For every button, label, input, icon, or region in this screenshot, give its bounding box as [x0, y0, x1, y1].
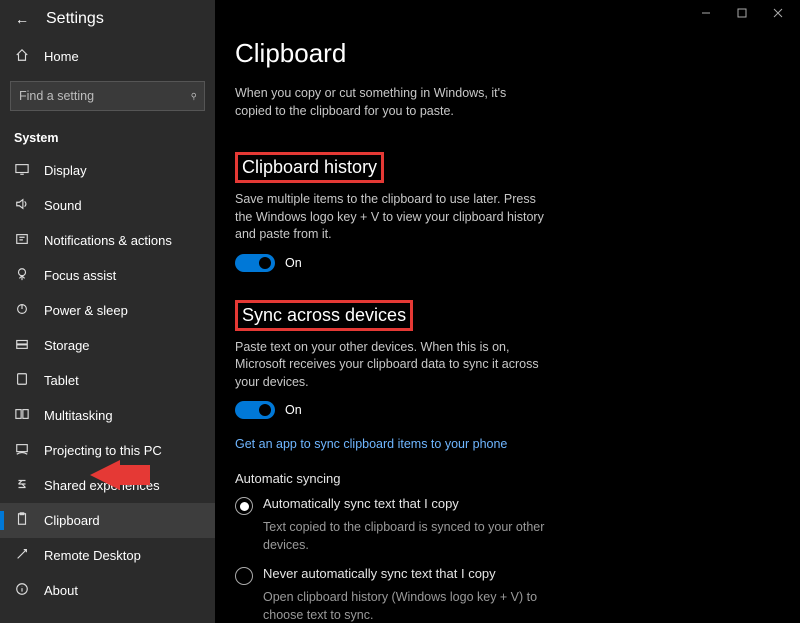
titlebar: ← Settings	[0, 8, 215, 38]
window-buttons	[688, 2, 796, 24]
sidebar-item-label: Tablet	[44, 373, 79, 388]
main-content: Clipboard When you copy or cut something…	[215, 0, 800, 623]
sidebar-item-shared[interactable]: Shared experiences	[0, 468, 215, 503]
back-button[interactable]: ←	[10, 11, 34, 27]
radio-off-icon	[235, 567, 253, 585]
sidebar-item-multitasking[interactable]: Multitasking	[0, 398, 215, 433]
sidebar-item-label: Multitasking	[44, 408, 113, 423]
home-label: Home	[44, 49, 79, 64]
clipboard-history-toggle-state: On	[285, 256, 302, 270]
sidebar-item-label: Power & sleep	[44, 303, 128, 318]
sidebar-item-label: Shared experiences	[44, 478, 160, 493]
app-title: Settings	[46, 10, 104, 28]
clipboard-icon	[14, 512, 30, 529]
sidebar: ← Settings Home ⌕ System Display Sound N…	[0, 0, 215, 623]
focus-icon	[14, 267, 30, 284]
shared-icon	[14, 477, 30, 494]
category-label: System	[0, 123, 215, 153]
sidebar-item-label: Focus assist	[44, 268, 116, 283]
sidebar-item-sound[interactable]: Sound	[0, 188, 215, 223]
sidebar-item-remote[interactable]: Remote Desktop	[0, 538, 215, 573]
radio-on-icon	[235, 497, 253, 515]
sidebar-item-label: Clipboard	[44, 513, 100, 528]
sidebar-item-label: Remote Desktop	[44, 548, 141, 563]
remote-icon	[14, 547, 30, 564]
clipboard-history-desc: Save multiple items to the clipboard to …	[235, 191, 555, 244]
tablet-icon	[14, 372, 30, 389]
page-title: Clipboard	[235, 38, 780, 69]
sidebar-item-power[interactable]: Power & sleep	[0, 293, 215, 328]
radio-never-sync-hint: Open clipboard history (Windows logo key…	[263, 589, 563, 623]
sidebar-item-projecting[interactable]: Projecting to this PC	[0, 433, 215, 468]
sync-toggle[interactable]	[235, 401, 275, 419]
sidebar-item-storage[interactable]: Storage	[0, 328, 215, 363]
radio-auto-sync-hint: Text copied to the clipboard is synced t…	[263, 519, 563, 554]
projecting-icon	[14, 442, 30, 459]
sidebar-item-label: About	[44, 583, 78, 598]
sidebar-item-label: Projecting to this PC	[44, 443, 162, 458]
sidebar-item-about[interactable]: About	[0, 573, 215, 608]
multitasking-icon	[14, 407, 30, 424]
radio-never-sync-label: Never automatically sync text that I cop…	[263, 566, 496, 581]
home-link[interactable]: Home	[0, 38, 215, 75]
sidebar-item-label: Sound	[44, 198, 82, 213]
sidebar-item-label: Display	[44, 163, 87, 178]
sidebar-item-focus-assist[interactable]: Focus assist	[0, 258, 215, 293]
maximize-button[interactable]	[724, 2, 760, 24]
sidebar-item-notifications[interactable]: Notifications & actions	[0, 223, 215, 258]
sidebar-item-label: Notifications & actions	[44, 233, 172, 248]
sidebar-item-display[interactable]: Display	[0, 153, 215, 188]
sidebar-item-clipboard[interactable]: Clipboard	[0, 503, 215, 538]
clipboard-history-heading: Clipboard history	[235, 152, 384, 183]
search-input[interactable]	[10, 81, 205, 111]
about-icon	[14, 582, 30, 599]
sync-app-link[interactable]: Get an app to sync clipboard items to yo…	[235, 437, 507, 451]
close-button[interactable]	[760, 2, 796, 24]
radio-never-sync[interactable]: Never automatically sync text that I cop…	[235, 566, 780, 585]
radio-auto-sync[interactable]: Automatically sync text that I copy	[235, 496, 780, 515]
minimize-button[interactable]	[688, 2, 724, 24]
sync-toggle-state: On	[285, 403, 302, 417]
auto-sync-heading: Automatic syncing	[235, 471, 780, 486]
home-icon	[14, 48, 30, 65]
radio-auto-sync-label: Automatically sync text that I copy	[263, 496, 459, 511]
page-intro: When you copy or cut something in Window…	[235, 85, 545, 120]
clipboard-history-toggle[interactable]	[235, 254, 275, 272]
sound-icon	[14, 197, 30, 214]
sync-heading: Sync across devices	[235, 300, 413, 331]
sidebar-item-label: Storage	[44, 338, 90, 353]
sync-desc: Paste text on your other devices. When t…	[235, 339, 555, 392]
power-icon	[14, 302, 30, 319]
storage-icon	[14, 337, 30, 354]
sidebar-item-tablet[interactable]: Tablet	[0, 363, 215, 398]
search-wrap: ⌕	[10, 81, 205, 111]
notifications-icon	[14, 232, 30, 249]
display-icon	[14, 162, 30, 179]
